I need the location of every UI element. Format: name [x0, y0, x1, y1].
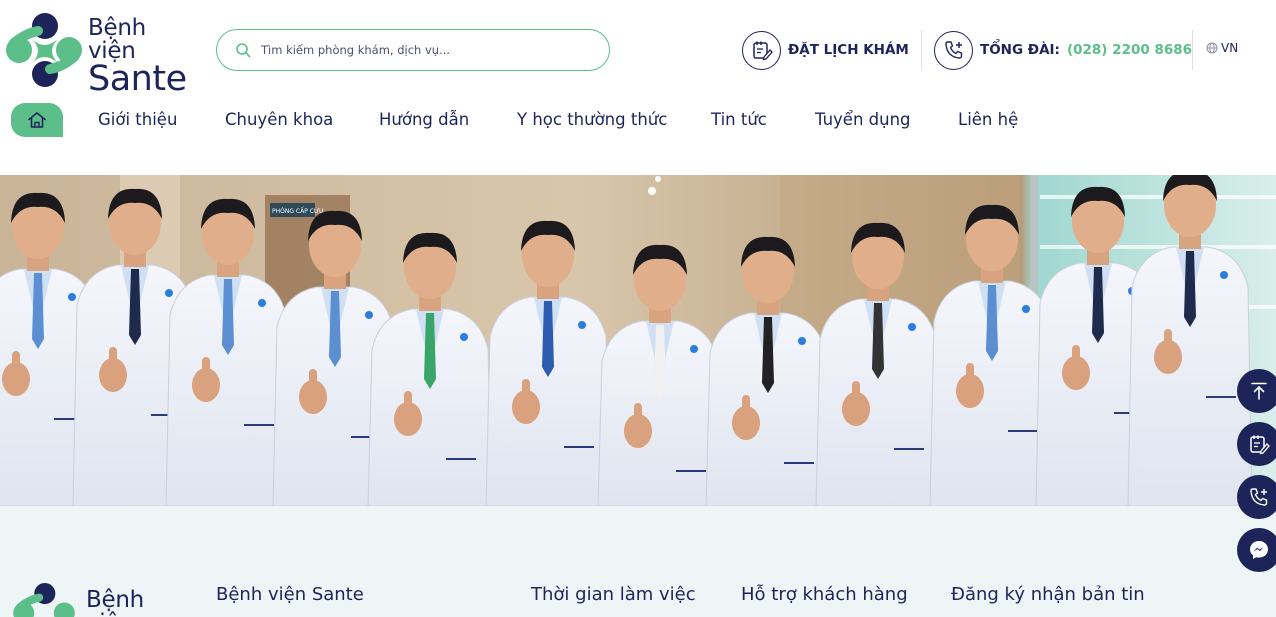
footer-heading-newsletter: Đăng ký nhận bản tin — [951, 584, 1145, 605]
arrow-up-icon — [1251, 382, 1267, 400]
home-icon — [28, 112, 46, 128]
search-box[interactable] — [216, 29, 610, 71]
floating-call-button[interactable] — [1237, 475, 1276, 519]
nav-item-gioi-thieu[interactable]: Giới thiệu — [98, 110, 177, 129]
calendar-edit-icon — [1250, 435, 1270, 455]
scroll-to-top-button[interactable] — [1237, 369, 1276, 413]
booking-label: ĐẶT LỊCH KHÁM — [788, 42, 909, 58]
wall-sign-text: PHÒNG CẤP CỨU — [272, 207, 323, 215]
search-icon — [236, 43, 251, 58]
brand-wordmark: Bệnh viện Sante — [88, 17, 196, 97]
hero-banner-image: PHÒNG CẤP CỨU — [0, 175, 1276, 506]
logo-mark-icon — [13, 583, 75, 617]
nav-item-huong-dan[interactable]: Hướng dẫn — [379, 110, 469, 129]
search-input[interactable] — [261, 43, 591, 57]
floating-messenger-button[interactable] — [1237, 528, 1276, 572]
globe-icon — [1206, 42, 1218, 54]
nav-item-chuyen-khoa[interactable]: Chuyên khoa — [225, 110, 333, 129]
brand-line1: Bệnh viện — [88, 15, 146, 64]
hotline-label: TỔNG ĐÀI: — [980, 42, 1060, 58]
language-label: VN — [1221, 41, 1239, 55]
logo-mark-icon — [6, 13, 82, 87]
nav-item-lien-he[interactable]: Liên hệ — [958, 110, 1018, 129]
footer-brand-logo[interactable]: Bệnh viện — [6, 583, 196, 617]
doctors-team-photo: PHÒNG CẤP CỨU — [0, 175, 1276, 506]
footer-heading-about: Bệnh viện Sante — [216, 584, 364, 605]
calendar-edit-icon — [742, 30, 781, 70]
footer-heading-support: Hỗ trợ khách hàng — [741, 584, 908, 605]
main-nav: Giới thiệu Chuyên khoa Hướng dẫn Y học t… — [0, 103, 1276, 137]
nav-item-tuyen-dung[interactable]: Tuyển dụng — [815, 110, 911, 129]
messenger-icon — [1250, 541, 1268, 559]
nav-home-button[interactable] — [11, 103, 63, 137]
footer-brand-wordmark: Bệnh viện — [86, 589, 196, 617]
nav-item-y-hoc-thuong-thuc[interactable]: Y học thường thức — [517, 110, 667, 129]
site-footer: Bệnh viện Bệnh viện Sante Thời gian làm … — [0, 506, 1276, 617]
site-header: Bệnh viện Sante ĐẶT LỊCH KHÁM — [0, 0, 1276, 97]
hotline-link[interactable]: TỔNG ĐÀI: (028) 2200 8686 — [934, 30, 1192, 70]
nav-item-tin-tuc[interactable]: Tin tức — [711, 110, 767, 129]
brand-line2: Sante — [88, 59, 187, 99]
floating-booking-button[interactable] — [1237, 422, 1276, 466]
divider — [1192, 30, 1193, 70]
phone-plus-icon — [1250, 488, 1268, 506]
hotline-number[interactable]: (028) 2200 8686 — [1067, 42, 1192, 58]
language-switcher[interactable]: VN — [1206, 41, 1238, 55]
footer-brand-line1: Bệnh viện — [86, 587, 144, 617]
footer-heading-hours: Thời gian làm việc — [531, 584, 696, 605]
brand-logo[interactable]: Bệnh viện Sante — [6, 13, 196, 97]
booking-link[interactable]: ĐẶT LỊCH KHÁM — [742, 30, 909, 70]
phone-plus-icon — [934, 30, 973, 70]
divider — [921, 30, 922, 70]
